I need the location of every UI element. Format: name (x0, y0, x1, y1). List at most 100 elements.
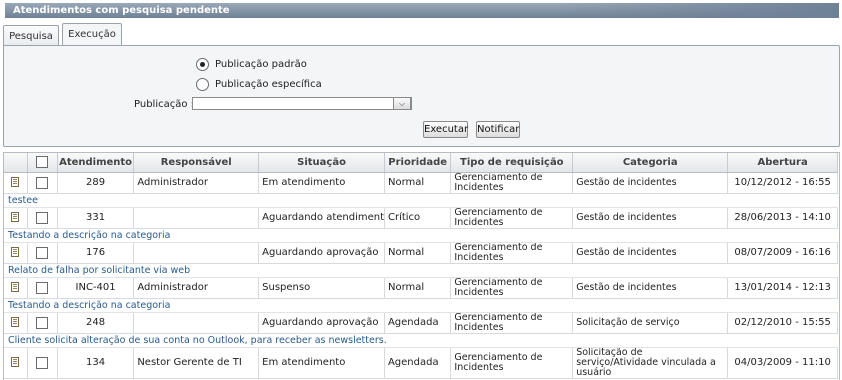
description-text: Testando a descrição na categoria (4, 298, 838, 313)
row-doc-icon (4, 172, 28, 194)
cell-abertura: 28/06/2013 - 14:10 (727, 207, 838, 229)
cell-situacao: Aguardando aprovação (258, 312, 385, 334)
chevron-down-icon[interactable]: ⌵ (393, 97, 411, 110)
header-categoria[interactable]: Categoria (572, 153, 729, 173)
cell-situacao: Aguardando atendimento (258, 207, 385, 229)
row-description: Testando a descrição na categoria (4, 228, 838, 243)
row-checkbox[interactable] (36, 281, 49, 294)
cell-responsavel (133, 312, 260, 334)
header-icon (4, 153, 28, 173)
table-row[interactable]: 289 Administrador Em atendimento Normal Gere… (4, 172, 838, 194)
header-situacao[interactable]: Situação (258, 153, 385, 173)
row-checkbox[interactable] (36, 176, 49, 189)
cell-tipo: Gerenciamento de Incidentes (450, 347, 574, 379)
execute-button[interactable]: Executar (423, 121, 468, 138)
cell-tipo: Gerenciamento de Incidentes (450, 172, 574, 194)
header-abertura[interactable]: Abertura (727, 153, 838, 173)
cell-atendimento: 331 (57, 207, 135, 229)
row-checkbox[interactable] (36, 211, 49, 224)
tab-pesquisa[interactable]: Pesquisa (3, 25, 59, 46)
description-text: Testando a descrição na categoria (4, 228, 838, 243)
window-title: Atendimentos com pesquisa pendente (5, 3, 839, 18)
row-checkbox-cell (27, 347, 58, 379)
table-row[interactable]: INC-401 Administrador Suspenso Normal Gerenc… (4, 277, 838, 299)
cell-atendimento: INC-401 (57, 277, 135, 299)
row-checkbox-cell (27, 242, 58, 264)
cell-atendimento: 134 (57, 347, 135, 379)
radio-default-label: Publicação padrão (215, 59, 307, 70)
cell-situacao: Em atendimento (258, 172, 385, 194)
tab-execucao[interactable]: Execução (62, 23, 122, 46)
cell-responsavel: Administrador (133, 277, 260, 299)
description-text: Relato de falha por solicitante via web (4, 263, 838, 278)
cell-atendimento: 289 (57, 172, 135, 194)
radio-specific[interactable] (196, 78, 209, 91)
cell-categoria: Gestão de incidentes (572, 207, 729, 229)
row-doc-icon (4, 347, 28, 379)
radio-specific-row[interactable]: Publicação específica (196, 78, 322, 91)
description-text: testee (4, 193, 838, 208)
cell-prioridade: Normal (384, 172, 452, 194)
row-doc-icon (4, 207, 28, 229)
cell-prioridade: Normal (384, 242, 452, 264)
table-row[interactable]: 248 Aguardando aprovação Agendada Gerenciam… (4, 312, 838, 334)
row-description: Relato de falha por solicitante via web (4, 263, 838, 278)
execution-panel: Publicação padrão Publicação específica … (3, 45, 840, 147)
document-icon[interactable] (11, 317, 20, 327)
radio-default[interactable] (196, 58, 209, 71)
cell-prioridade: Crítico (384, 207, 452, 229)
table-row[interactable]: 176 Aguardando aprovação Normal Gerenciamen… (4, 242, 838, 264)
results-grid: Atendimento Responsável Situação Priorid… (3, 152, 840, 380)
cell-categoria: Solicitação de serviço/Atividade vincula… (572, 347, 729, 379)
table-row[interactable]: 134 Nestor Gerente de TI Em atendimento Age… (4, 347, 838, 379)
document-icon[interactable] (11, 212, 20, 222)
select-all-checkbox[interactable] (36, 156, 49, 169)
radio-default-row[interactable]: Publicação padrão (196, 58, 307, 71)
row-checkbox[interactable] (36, 356, 49, 369)
row-doc-icon (4, 312, 28, 334)
notify-button[interactable]: Notificar (476, 121, 520, 138)
cell-atendimento: 176 (57, 242, 135, 264)
table-row[interactable]: 331 Aguardando atendimento Crítico Gerencia… (4, 207, 838, 229)
cell-abertura: 02/12/2010 - 15:55 (727, 312, 838, 334)
document-icon[interactable] (11, 177, 20, 187)
cell-responsavel (133, 207, 260, 229)
cell-situacao: Aguardando aprovação (258, 242, 385, 264)
cell-abertura: 04/03/2009 - 11:10 (727, 347, 838, 379)
cell-situacao: Em atendimento (258, 347, 385, 379)
radio-specific-label: Publicação específica (215, 79, 322, 90)
document-icon[interactable] (11, 282, 20, 292)
header-row: Atendimento Responsável Situação Priorid… (4, 153, 838, 173)
cell-categoria: Gestão de incidentes (572, 277, 729, 299)
cell-prioridade: Agendada (384, 347, 452, 379)
cell-abertura: 13/01/2014 - 12:13 (727, 277, 838, 299)
header-select-all[interactable] (27, 153, 58, 173)
publication-select[interactable]: ⌵ (192, 97, 412, 110)
cell-categoria: Gestão de incidentes (572, 242, 729, 264)
cell-responsavel: Administrador (133, 172, 260, 194)
header-responsavel[interactable]: Responsável (133, 153, 260, 173)
document-icon[interactable] (11, 247, 20, 257)
cell-categoria: Solicitação de serviço (572, 312, 729, 334)
document-icon[interactable] (11, 357, 20, 367)
cell-tipo: Gerenciamento de Incidentes (450, 242, 574, 264)
row-checkbox-cell (27, 312, 58, 334)
publication-label: Publicação : (134, 99, 195, 110)
row-checkbox[interactable] (36, 246, 49, 259)
row-doc-icon (4, 242, 28, 264)
description-text: Cliente solicita alteração de sua conta … (4, 333, 838, 348)
header-tipo[interactable]: Tipo de requisição (450, 153, 574, 173)
header-atendimento[interactable]: Atendimento (57, 153, 135, 173)
row-checkbox-cell (27, 277, 58, 299)
row-checkbox-cell (27, 207, 58, 229)
row-checkbox-cell (27, 172, 58, 194)
row-description: Testando a descrição na categoria (4, 298, 838, 313)
cell-prioridade: Normal (384, 277, 452, 299)
row-doc-icon (4, 277, 28, 299)
cell-categoria: Gestão de incidentes (572, 172, 729, 194)
cell-abertura: 10/12/2012 - 16:55 (727, 172, 838, 194)
cell-tipo: Gerenciamento de Incidentes (450, 277, 574, 299)
cell-responsavel: Nestor Gerente de TI (133, 347, 260, 379)
header-prioridade[interactable]: Prioridade (384, 153, 452, 173)
row-checkbox[interactable] (36, 316, 49, 329)
